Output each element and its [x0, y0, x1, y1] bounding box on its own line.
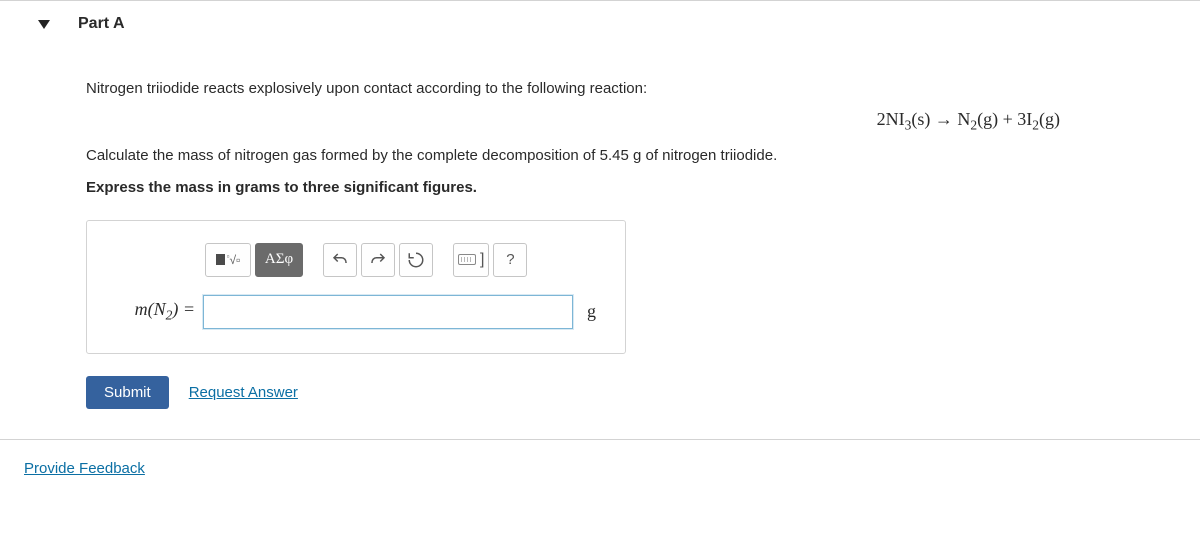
question-instruction: Express the mass in grams to three signi… — [86, 176, 1180, 200]
variable-label: m(N2) = — [105, 299, 195, 324]
provide-feedback-link[interactable]: Provide Feedback — [0, 460, 145, 477]
part-container: Part A Nitrogen triiodide reacts explosi… — [0, 0, 1200, 440]
actions-row: Submit Request Answer — [86, 376, 1180, 409]
part-title: Part A — [78, 15, 125, 33]
submit-button[interactable]: Submit — [86, 376, 169, 409]
keyboard-icon: ] — [458, 251, 484, 269]
reaction-equation: 2NI3(s) → N2(g) + 3I2(g) — [86, 109, 1180, 134]
answer-row: m(N2) = g — [105, 295, 607, 329]
undo-button[interactable] — [323, 243, 357, 277]
toolbar: ▫√▫ ΑΣφ ] ? — [205, 243, 607, 277]
template-icon: ▫√▫ — [216, 252, 241, 267]
unit-label: g — [587, 301, 596, 322]
request-answer-link[interactable]: Request Answer — [189, 384, 298, 401]
answer-box: ▫√▫ ΑΣφ ] ? — [86, 220, 626, 354]
greek-button[interactable]: ΑΣφ — [255, 243, 303, 277]
question-content: Nitrogen triiodide reacts explosively up… — [0, 41, 1200, 409]
part-header[interactable]: Part A — [0, 1, 1200, 41]
redo-icon — [369, 251, 387, 269]
reset-button[interactable] — [399, 243, 433, 277]
help-button[interactable]: ? — [493, 243, 527, 277]
question-intro: Nitrogen triiodide reacts explosively up… — [86, 77, 1180, 101]
question-calc: Calculate the mass of nitrogen gas forme… — [86, 144, 1180, 168]
redo-button[interactable] — [361, 243, 395, 277]
templates-button[interactable]: ▫√▫ — [205, 243, 251, 277]
keyboard-button[interactable]: ] — [453, 243, 489, 277]
answer-input[interactable] — [203, 295, 573, 329]
chevron-down-icon — [38, 20, 50, 29]
reset-icon — [407, 251, 425, 269]
undo-icon — [331, 251, 349, 269]
